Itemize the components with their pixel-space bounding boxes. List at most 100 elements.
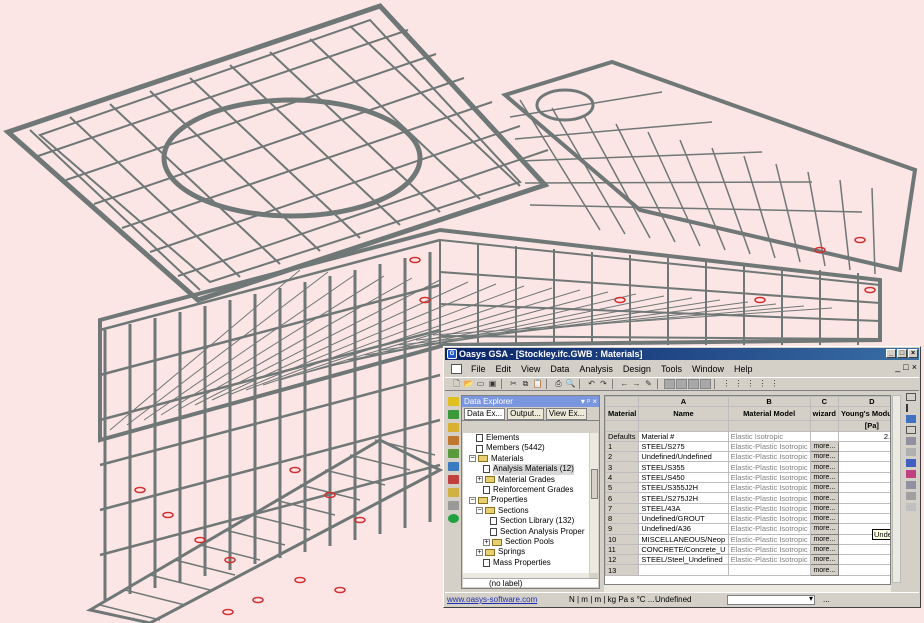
save-icon[interactable]: ▣ (487, 379, 498, 389)
status-ellipsis-button[interactable]: ... (823, 595, 830, 604)
mdi-close-button[interactable]: × (912, 362, 917, 372)
cell-material-model[interactable]: Elastic-Plastic Isotropic (727, 482, 811, 494)
row-number[interactable]: 3 (605, 461, 640, 473)
row-number[interactable]: 12 (605, 554, 640, 566)
cell-name[interactable]: STEEL/Steel_Undefined (638, 554, 729, 566)
tree-item[interactable]: − Materials (463, 454, 589, 464)
output-icon[interactable] (447, 449, 459, 458)
col-letter-c[interactable]: C (809, 396, 840, 408)
units-readout[interactable]: N | m | m | kg Pa s °C ... (569, 595, 655, 604)
mdi-minimize-button[interactable]: _ (895, 362, 900, 372)
more-button[interactable]: more... (809, 482, 840, 494)
cell-youngs-modulus[interactable] (838, 564, 890, 576)
cell-name[interactable]: STEEL/S275 (638, 440, 729, 453)
grid-tool-4-icon[interactable] (700, 379, 711, 389)
cell-name[interactable]: CONCRETE/Concrete_U (638, 543, 729, 556)
cell-material-model[interactable]: Elastic-Plastic Isotropic (727, 492, 811, 504)
cell-name[interactable]: STEEL/S355 (638, 461, 729, 473)
cell-name[interactable]: MISCELLANEOUS/Neop (638, 533, 729, 545)
cell-material-model[interactable]: Elastic-Plastic Isotropic (727, 471, 811, 484)
defaults-label[interactable]: Defaults (605, 430, 640, 442)
tree-item[interactable]: + Section Pools (463, 537, 589, 547)
defaults-name[interactable]: Material # (638, 430, 729, 442)
more-button[interactable]: more... (809, 512, 840, 525)
mdi-restore-button[interactable]: □ (903, 362, 908, 372)
redo-icon[interactable]: ↷ (598, 379, 609, 389)
more-button[interactable]: more... (809, 440, 840, 453)
tab-data-explorer[interactable]: Data Ex... (464, 407, 506, 420)
toolbar-dropdown-4-icon[interactable]: ⋮ (757, 379, 768, 389)
cell-name[interactable]: Undefined/GROUT (638, 512, 729, 525)
color-icon[interactable] (905, 470, 916, 478)
cell-youngs-modulus[interactable] (838, 440, 890, 453)
more-button[interactable]: more... (809, 533, 840, 545)
wand-icon[interactable]: ✎ (643, 379, 654, 389)
document-icon[interactable] (451, 363, 462, 374)
cell-youngs-modulus[interactable] (838, 543, 890, 556)
tree-item[interactable]: Reinforcement Grades (463, 485, 589, 495)
tree-item[interactable]: Section Library (132) (463, 516, 589, 526)
maximize-button[interactable]: □ (897, 349, 907, 358)
cube-icon[interactable] (905, 448, 916, 456)
frame-icon[interactable] (905, 426, 916, 434)
collapse-icon[interactable]: − (476, 507, 483, 515)
table-icon[interactable] (447, 501, 459, 510)
grid-horizontal-scrollbar[interactable] (604, 585, 891, 592)
scroll-thumb[interactable] (591, 469, 598, 499)
grid-tool-1-icon[interactable] (664, 379, 675, 389)
menu-analysis[interactable]: Analysis (574, 364, 618, 374)
cell-name[interactable] (638, 564, 729, 576)
copy-icon[interactable]: ⧉ (520, 379, 531, 389)
cell-youngs-modulus[interactable] (838, 492, 890, 504)
tree-item[interactable]: Section Analysis Proper (463, 527, 589, 537)
grid-icon[interactable] (447, 488, 459, 497)
more-button[interactable]: more... (809, 451, 840, 463)
more-button[interactable]: more... (809, 502, 840, 514)
cell-material-model[interactable]: Elastic-Plastic Isotropic (727, 461, 811, 473)
cell-youngs-modulus[interactable] (838, 554, 890, 566)
grid-vertical-scrollbar[interactable] (892, 395, 901, 583)
tree-item[interactable]: Elements (463, 433, 589, 443)
tree-item[interactable]: + Material Grades (463, 475, 589, 485)
toolbar-dropdown-3-icon[interactable]: ⋮ (745, 379, 756, 389)
graphic-view-icon[interactable] (447, 410, 459, 419)
status-combo[interactable] (727, 594, 815, 605)
refresh-icon[interactable] (447, 514, 459, 523)
cell-youngs-modulus[interactable] (838, 451, 890, 463)
defaults-model[interactable]: Elastic Isotropic (727, 430, 811, 442)
print-preview-icon[interactable]: 🔍 (565, 379, 576, 389)
more-button[interactable]: more... (809, 543, 840, 556)
menu-data[interactable]: Data (545, 364, 574, 374)
tree-item[interactable]: Mass Properties (463, 558, 589, 568)
collapse-icon[interactable]: − (469, 455, 476, 463)
cell-material-model[interactable]: Elastic-Plastic Isotropic (727, 451, 811, 463)
more-button[interactable]: more... (809, 523, 840, 535)
cell-youngs-modulus[interactable] (838, 471, 890, 484)
panel-controls[interactable]: ▾ ᵖ × (581, 396, 597, 407)
row-number[interactable]: 1 (605, 440, 640, 453)
forward-arrow-icon[interactable]: → (631, 379, 642, 389)
website-link[interactable]: www.oasys-software.com (447, 595, 567, 604)
expand-icon[interactable]: + (483, 538, 490, 546)
toolbar-dropdown-1-icon[interactable]: ⋮ (721, 379, 732, 389)
menu-help[interactable]: Help (729, 364, 758, 374)
node-tool-icon[interactable] (905, 393, 916, 401)
cell-name[interactable]: STEEL/S450 (638, 471, 729, 484)
title-bar[interactable]: G Oasys GSA - [Stockley.ifc.GWB : Materi… (445, 348, 919, 360)
row-number[interactable]: 5 (605, 482, 640, 494)
shape-icon[interactable] (905, 437, 916, 445)
settings-icon[interactable] (905, 415, 916, 423)
open-file-icon[interactable]: 📂 (463, 379, 474, 389)
row-number[interactable]: 4 (605, 471, 640, 484)
close-button[interactable]: × (908, 349, 918, 358)
minimize-button[interactable]: _ (886, 349, 896, 358)
expand-icon[interactable]: + (476, 548, 483, 556)
grid-tool-2-icon[interactable] (676, 379, 687, 389)
pencil-icon[interactable] (447, 397, 459, 406)
house-icon[interactable] (447, 423, 459, 432)
cell-material-model[interactable]: Elastic-Plastic Isotropic (727, 502, 811, 514)
tree-item[interactable]: − Properties (463, 495, 589, 505)
labels-icon[interactable] (905, 459, 916, 467)
new-file-icon[interactable]: 🗋 (451, 379, 462, 389)
cell-youngs-modulus[interactable] (838, 512, 890, 525)
